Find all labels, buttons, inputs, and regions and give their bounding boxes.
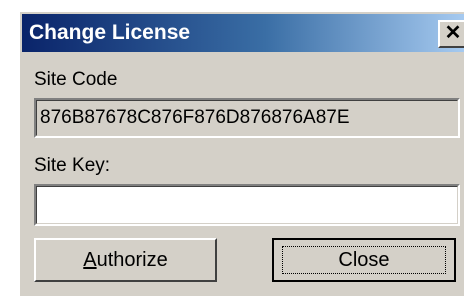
authorize-button[interactable]: Authorize bbox=[34, 238, 217, 282]
title-bar: Change License bbox=[22, 14, 464, 52]
close-glyph: ✕ bbox=[444, 22, 462, 44]
close-button-label: Close bbox=[338, 249, 390, 271]
site-code-label: Site Code bbox=[34, 69, 118, 90]
site-code-field: 876B87678C876F876D876876A87E bbox=[34, 98, 460, 138]
dialog-title: Change License bbox=[29, 21, 191, 44]
site-key-label: Site Key: bbox=[34, 155, 111, 176]
site-code-value: 876B87678C876F876D876876A87E bbox=[40, 107, 350, 128]
close-button[interactable]: Close bbox=[272, 238, 456, 282]
close-icon[interactable]: ✕ bbox=[438, 20, 464, 48]
authorize-mnemonic: A bbox=[83, 249, 97, 271]
authorize-label-rest: uthorize bbox=[96, 249, 168, 271]
site-key-field[interactable] bbox=[34, 184, 460, 226]
change-license-dialog: Change License ✕ Site Code 876B87678C876… bbox=[18, 10, 464, 296]
authorize-button-label: Authorize bbox=[36, 250, 215, 270]
site-key-input[interactable] bbox=[38, 188, 452, 220]
